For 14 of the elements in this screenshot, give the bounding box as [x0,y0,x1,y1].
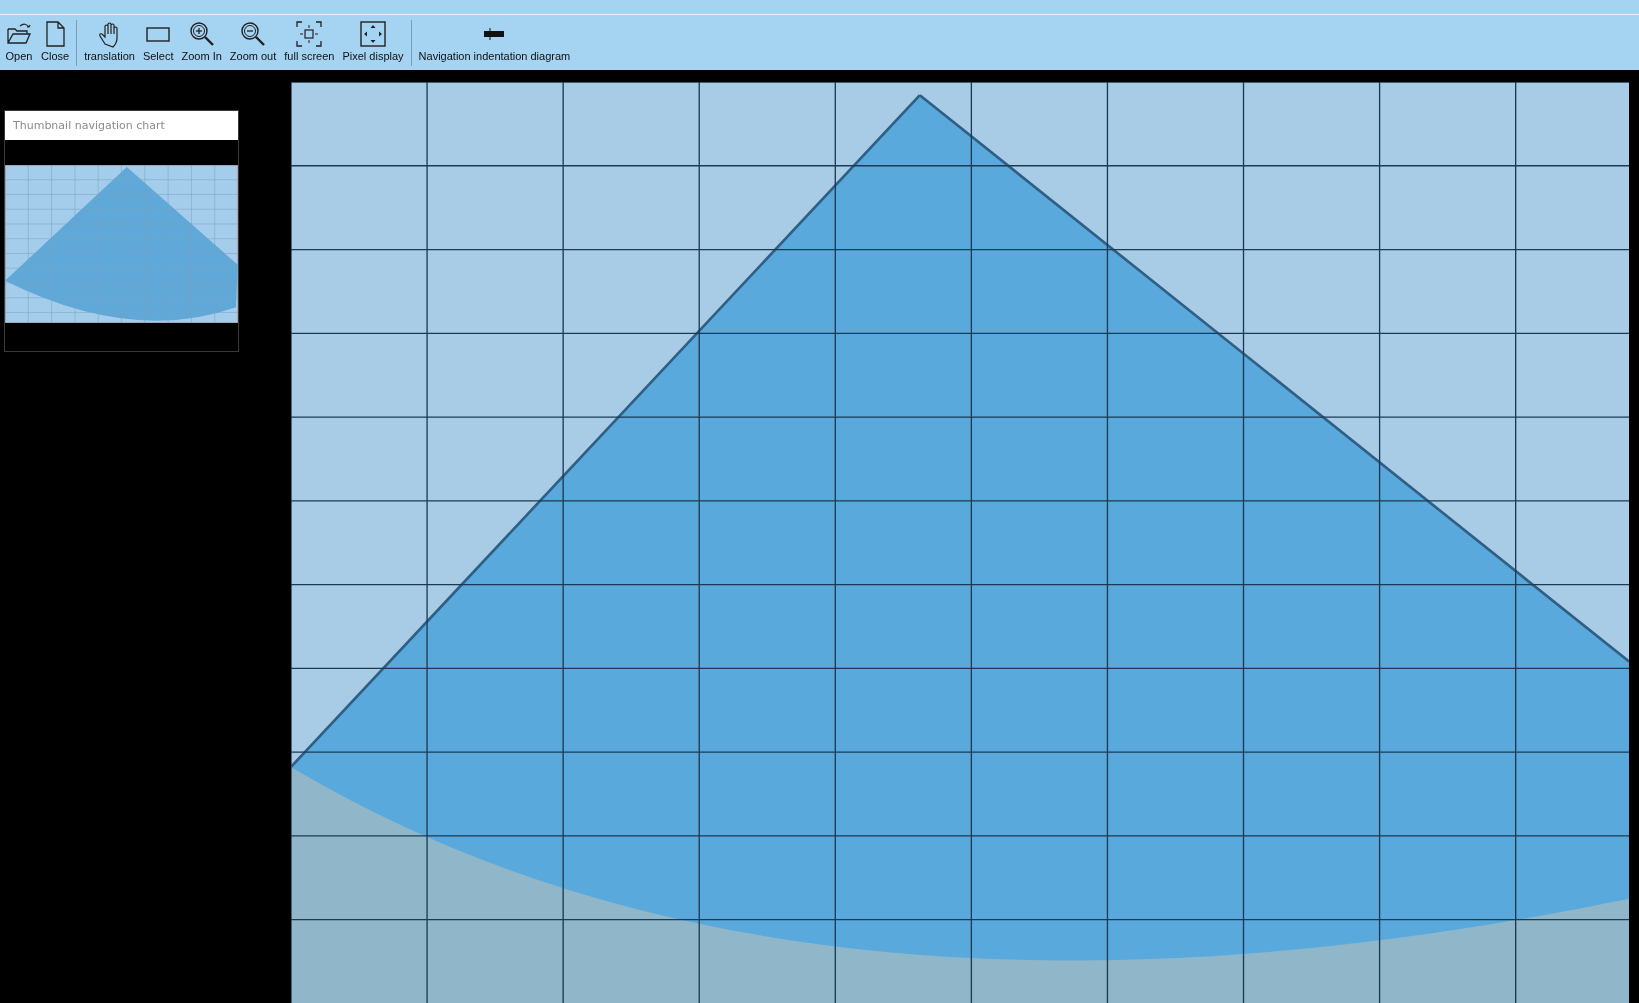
panel-title: Thumbnail navigation chart [5,111,238,140]
zoom-in-button[interactable]: Zoom In [178,18,225,70]
pan-button[interactable]: translation [81,18,138,70]
close-button[interactable]: Close [38,18,73,70]
thumbnail-drawing[interactable] [5,165,238,323]
pixel-display-icon [359,20,387,48]
zoom-out-button[interactable]: Zoom out [226,18,280,70]
full-screen-icon [295,20,324,48]
open-button[interactable]: Open [2,18,36,70]
zoom-in-icon [187,20,216,48]
pixel-display-button[interactable]: Pixel display [339,18,407,70]
full-screen-button[interactable]: full screen [281,18,338,70]
navigation-button[interactable]: Navigation indentation diagram [415,18,574,70]
select-button[interactable]: Select [139,18,177,70]
